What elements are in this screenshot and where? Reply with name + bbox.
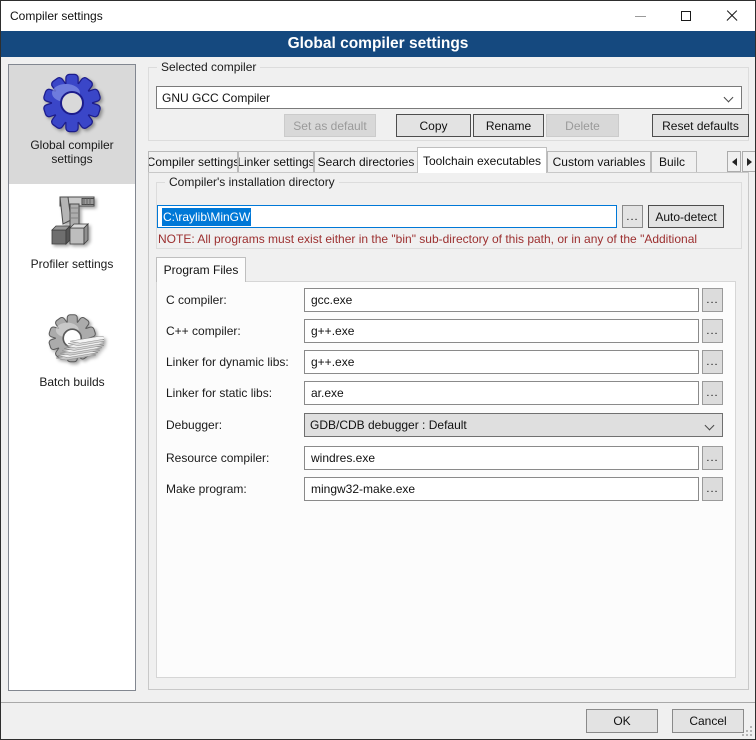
linker-dynamic-label: Linker for dynamic libs: [166,350,301,374]
sidebar-item-label: Profiler settings [31,257,114,271]
cpp-compiler-label: C++ compiler: [166,319,301,343]
dialog-banner: Global compiler settings [1,31,755,57]
footer-divider [1,702,755,703]
autodetect-button[interactable]: Auto-detect [648,205,724,228]
installation-directory-value: C:\raylib\MinGW [162,208,251,226]
compiler-settings-dialog: Compiler settings Global compiler settin… [0,0,756,740]
debugger-select[interactable]: GDB/CDB debugger : Default [304,413,723,437]
ok-button[interactable]: OK [586,709,658,733]
tab-linker-settings[interactable]: Linker settings [238,151,314,173]
debugger-label: Debugger: [166,413,301,437]
selected-compiler-group-label: Selected compiler [157,60,260,74]
arrow-left-icon [732,158,737,166]
c-compiler-browse-button[interactable]: ... [702,288,723,312]
caliper-icon [40,190,104,254]
copy-button[interactable]: Copy [396,114,471,137]
close-button[interactable] [709,1,755,31]
sidebar-item-label: Global compiler settings [9,138,135,166]
chevron-down-icon [705,421,715,431]
resource-compiler-input[interactable] [304,446,699,470]
sidebar-item-profiler-settings[interactable]: Profiler settings [9,184,135,302]
linker-dynamic-input[interactable] [304,350,699,374]
titlebar: Compiler settings [1,1,755,31]
window-title: Compiler settings [1,9,617,23]
chevron-down-icon [724,93,734,103]
linker-static-label: Linker for static libs: [166,381,301,405]
make-program-label: Make program: [166,477,301,501]
installation-directory-group-label: Compiler's installation directory [165,175,339,189]
sidebar-item-batch-builds[interactable]: Batch builds [9,302,135,420]
settings-category-list: Global compiler settings [8,64,136,691]
linker-static-browse-button[interactable]: ... [702,381,723,405]
maximize-icon [681,11,691,21]
debugger-select-value: GDB/CDB debugger : Default [310,418,467,432]
minimize-button[interactable] [617,1,663,31]
tab-custom-variables[interactable]: Custom variables [547,151,651,173]
sidebar-item-label: Batch builds [39,375,104,389]
rename-button[interactable]: Rename [473,114,544,137]
bin-subdirectory-note: NOTE: All programs must exist either in … [158,232,736,248]
c-compiler-input[interactable] [304,288,699,312]
close-icon [726,10,738,22]
resource-compiler-label: Resource compiler: [166,446,301,470]
tab-scroll-left-button[interactable] [727,151,741,172]
maximize-button[interactable] [663,1,709,31]
make-program-input[interactable] [304,477,699,501]
cancel-button[interactable]: Cancel [672,709,744,733]
subtab-program-files[interactable]: Program Files [156,257,246,282]
installation-directory-input[interactable]: C:\raylib\MinGW [157,205,617,228]
resource-compiler-browse-button[interactable]: ... [702,446,723,470]
linker-static-input[interactable] [304,381,699,405]
arrow-right-icon [747,158,752,166]
blue-gear-icon [40,71,104,135]
tab-scroll-right-button[interactable] [742,151,756,172]
gear-stack-icon [40,308,104,372]
cpp-compiler-browse-button[interactable]: ... [702,319,723,343]
compiler-select[interactable]: GNU GCC Compiler [156,86,742,109]
minimize-icon [635,16,646,17]
tab-compiler-settings[interactable]: Compiler settings [148,151,238,173]
reset-defaults-button[interactable]: Reset defaults [652,114,749,137]
cpp-compiler-input[interactable] [304,319,699,343]
compiler-select-value: GNU GCC Compiler [162,91,270,105]
installation-directory-browse-button[interactable]: ... [622,205,643,228]
tab-toolchain-executables[interactable]: Toolchain executables [417,147,547,173]
c-compiler-label: C compiler: [166,288,301,312]
sidebar-item-global-compiler-settings[interactable]: Global compiler settings [9,65,135,184]
tab-search-directories[interactable]: Search directories [314,151,418,173]
make-program-browse-button[interactable]: ... [702,477,723,501]
set-as-default-button[interactable]: Set as default [284,114,376,137]
delete-button[interactable]: Delete [546,114,619,137]
tab-build-options-clipped[interactable]: Builc [651,151,697,173]
resize-grip[interactable] [742,726,752,736]
linker-dynamic-browse-button[interactable]: ... [702,350,723,374]
